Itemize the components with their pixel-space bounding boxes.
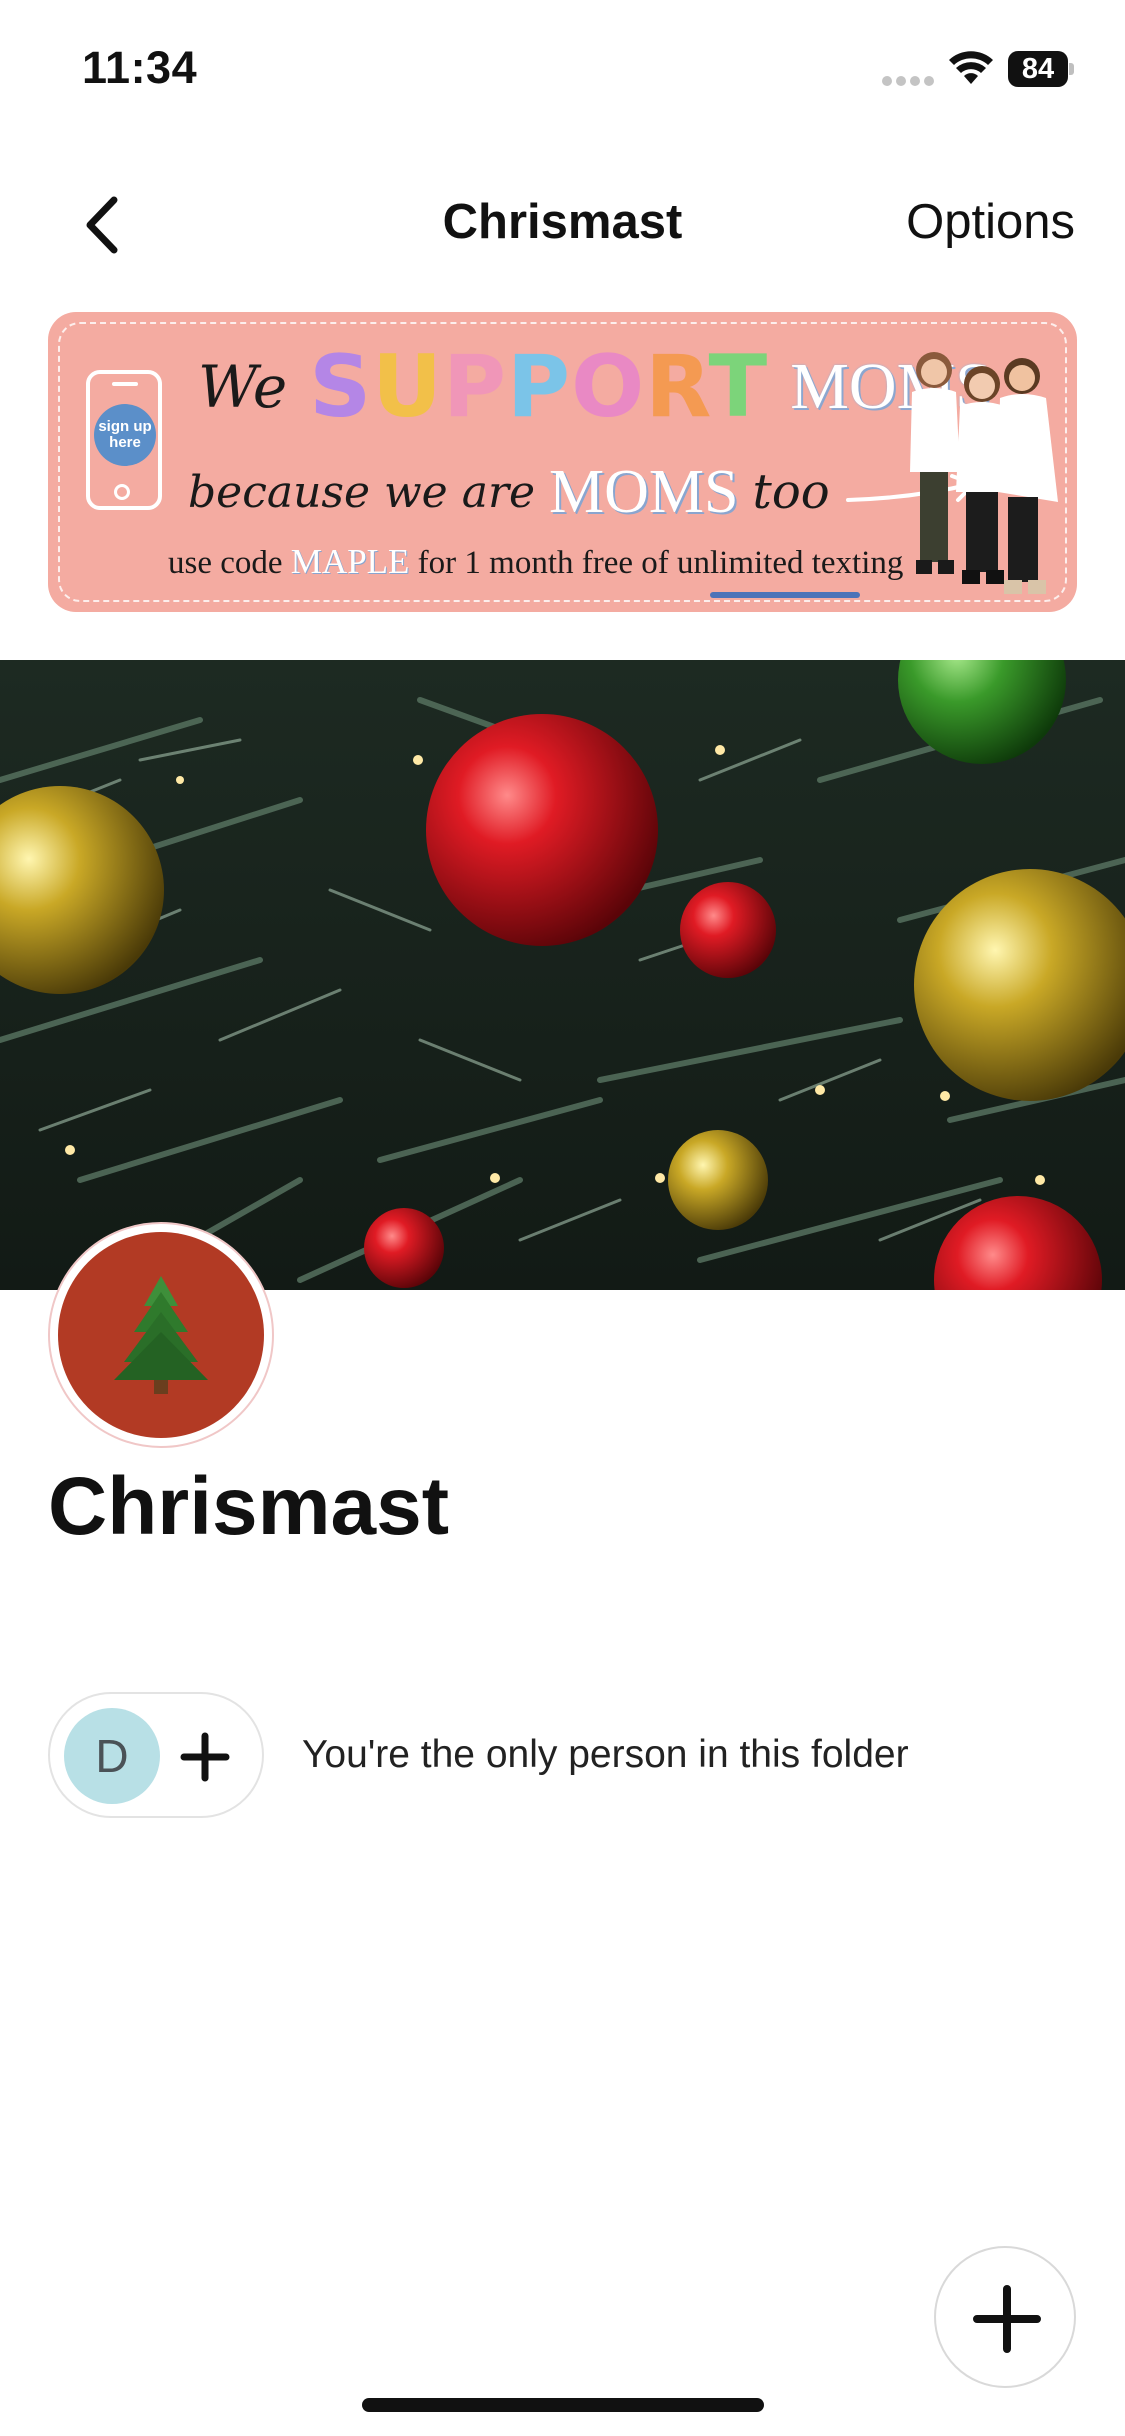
ad-banner[interactable]: sign up here We SUPPORT MOMS because we … — [48, 312, 1077, 612]
add-member-button[interactable] — [178, 1730, 232, 1784]
wifi-icon — [949, 51, 993, 84]
christmas-tree-icon — [114, 1276, 208, 1394]
members-info-text: You're the only person in this folder — [302, 1733, 909, 1776]
plus-icon — [180, 1732, 230, 1782]
cover-image — [0, 660, 1125, 1290]
battery-icon: 84 — [1008, 51, 1074, 87]
back-button[interactable] — [70, 190, 140, 260]
plus-icon — [973, 2285, 1041, 2353]
ad-promo-text: use code MAPLE for 1 month free of unlim… — [168, 542, 904, 581]
phone-icon: sign up here — [86, 370, 162, 510]
add-button[interactable] — [934, 2246, 1076, 2388]
ad-we-text: We — [198, 353, 288, 421]
folder-avatar[interactable] — [48, 1222, 274, 1448]
members-pill[interactable]: D — [48, 1692, 264, 1818]
ad-too-text: too — [752, 464, 830, 520]
promo-code: MAPLE — [290, 542, 410, 581]
folder-title: Chrismast — [48, 1461, 450, 1552]
chevron-left-icon — [86, 196, 118, 254]
ad-subheadline: because we are MOMS too — [188, 452, 984, 532]
nav-bar: Chrismast Options — [0, 170, 1125, 280]
ad-headline: We SUPPORT MOMS — [198, 332, 992, 442]
status-time: 11:34 — [82, 42, 198, 93]
sign-up-badge: sign up here — [94, 404, 156, 466]
ad-moms-text-2: MOMS — [549, 457, 739, 526]
battery-level: 84 — [1008, 51, 1068, 87]
member-avatar[interactable]: D — [64, 1708, 160, 1804]
signal-dots-icon — [882, 76, 934, 88]
ad-because-text: because we are — [188, 466, 536, 518]
folder-screen: 11:34 84 Chrismast Options sign up here — [0, 0, 1125, 2436]
ad-photo — [910, 352, 1058, 594]
options-button[interactable]: Options — [906, 194, 1075, 250]
status-bar: 11:34 84 — [0, 0, 1125, 140]
home-indicator — [362, 2398, 764, 2412]
ad-support-text: SUPPORT — [309, 337, 769, 437]
